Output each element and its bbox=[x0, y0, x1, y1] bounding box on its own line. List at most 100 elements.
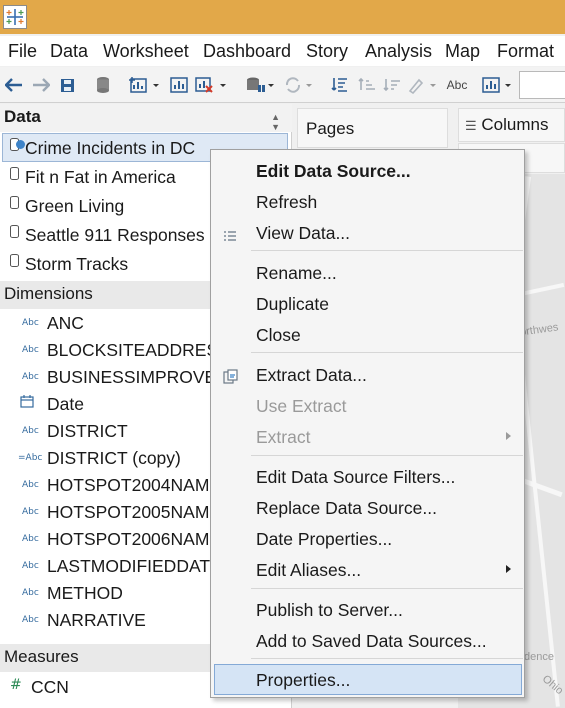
string-type-icon: Abc bbox=[22, 615, 39, 625]
menu-item-label: Extract bbox=[256, 427, 311, 447]
datasource-label: Green Living bbox=[25, 196, 125, 216]
label-icon[interactable]: Abc bbox=[444, 74, 470, 96]
back-icon[interactable] bbox=[4, 74, 24, 96]
menu-extract-submenu[interactable]: Extract bbox=[213, 421, 523, 452]
sort-descending-icon[interactable] bbox=[382, 74, 402, 96]
menu-add-to-saved-data-sources[interactable]: Add to Saved Data Sources... bbox=[213, 625, 523, 656]
field-label: DISTRICT bbox=[47, 421, 128, 441]
menu-analysis[interactable]: Analysis bbox=[365, 41, 432, 62]
clear-sheet-icon[interactable] bbox=[194, 74, 230, 96]
refresh-icon[interactable] bbox=[283, 74, 315, 96]
menu-item-label: Edit Data Source Filters... bbox=[256, 467, 456, 487]
columns-icon: ☰ bbox=[465, 118, 477, 133]
string-type-icon: Abc bbox=[22, 561, 39, 571]
menu-story[interactable]: Story bbox=[306, 41, 348, 62]
menu-extract-data[interactable]: Extract Data... bbox=[213, 359, 523, 390]
new-chart-icon[interactable] bbox=[168, 74, 190, 96]
menu-edit-aliases[interactable]: Edit Aliases... bbox=[213, 554, 523, 585]
paused-updates-icon[interactable] bbox=[245, 74, 277, 96]
field-label: BLOCKSITEADDRESS bbox=[47, 340, 230, 360]
menu-separator bbox=[251, 588, 523, 589]
data-pane-header: Data ▲ ▼ bbox=[0, 104, 292, 132]
highlight-icon[interactable] bbox=[406, 74, 440, 96]
string-type-icon: Abc bbox=[22, 480, 39, 490]
menu-edit-data-source-filters[interactable]: Edit Data Source Filters... bbox=[213, 461, 523, 492]
string-type-icon: Abc bbox=[22, 426, 39, 436]
menu-view-data[interactable]: View Data... bbox=[213, 217, 523, 248]
menu-item-label: Duplicate bbox=[256, 294, 329, 314]
tableau-logo-icon[interactable] bbox=[3, 5, 27, 29]
data-pane-title: Data bbox=[4, 107, 41, 126]
submenu-arrow-icon bbox=[506, 565, 511, 573]
show-me-icon[interactable] bbox=[481, 74, 515, 96]
number-type-icon: # bbox=[10, 677, 22, 693]
menu-worksheet[interactable]: Worksheet bbox=[103, 41, 189, 62]
menu-properties[interactable]: Properties... bbox=[214, 664, 522, 695]
measures-title: Measures bbox=[4, 647, 79, 666]
field-label: METHOD bbox=[47, 583, 123, 603]
datasource-cylinder-icon bbox=[10, 196, 19, 209]
map-label: orthwes bbox=[519, 321, 560, 339]
string-type-icon: Abc bbox=[22, 507, 39, 517]
menu-duplicate[interactable]: Duplicate bbox=[213, 288, 523, 319]
menu-dashboard[interactable]: Dashboard bbox=[203, 41, 291, 62]
field-label: CCN bbox=[31, 677, 69, 697]
datasource-cylinder-icon bbox=[10, 225, 19, 238]
menu-edit-data-source[interactable]: Edit Data Source... bbox=[213, 155, 523, 186]
map-label: Ohio bbox=[539, 672, 565, 698]
swap-icon[interactable] bbox=[330, 74, 350, 96]
menu-format[interactable]: Format bbox=[497, 41, 554, 62]
field-label: DISTRICT (copy) bbox=[47, 448, 181, 468]
field-label: ANC bbox=[47, 313, 84, 333]
datasource-label: Storm Tracks bbox=[25, 254, 129, 274]
menu-map[interactable]: Map bbox=[445, 41, 480, 62]
toolbar-search-input[interactable] bbox=[519, 71, 565, 99]
submenu-arrow-icon bbox=[506, 432, 511, 440]
menu-item-label: Date Properties... bbox=[256, 529, 393, 549]
extract-icon bbox=[223, 368, 238, 384]
field-label: BUSINESSIMPROVEM bbox=[47, 367, 231, 387]
datasource-icon[interactable] bbox=[93, 74, 113, 96]
menu-item-label: Use Extract bbox=[256, 396, 347, 416]
menu-close[interactable]: Close bbox=[213, 319, 523, 350]
new-worksheet-icon[interactable] bbox=[128, 74, 162, 96]
save-icon[interactable] bbox=[58, 74, 76, 96]
menu-separator bbox=[251, 250, 523, 251]
menu-date-properties[interactable]: Date Properties... bbox=[213, 523, 523, 554]
field-label: LASTMODIFIEDDATE bbox=[47, 556, 222, 576]
menu-replace-data-source[interactable]: Replace Data Source... bbox=[213, 492, 523, 523]
menu-separator bbox=[251, 658, 523, 659]
menu-file[interactable]: File bbox=[8, 41, 37, 62]
field-label: HOTSPOT2006NAME bbox=[47, 529, 222, 549]
menu-separator bbox=[251, 352, 523, 353]
pages-shelf[interactable]: Pages bbox=[297, 108, 448, 148]
map-label: dence bbox=[524, 651, 554, 663]
sort-arrows-icon[interactable]: ▲ ▼ bbox=[271, 112, 280, 132]
menu-rename[interactable]: Rename... bbox=[213, 257, 523, 288]
menu-publish-to-server[interactable]: Publish to Server... bbox=[213, 594, 523, 625]
string-type-icon: Abc bbox=[22, 372, 39, 382]
datasource-label: Seattle 911 Responses bbox=[25, 225, 205, 245]
pages-shelf-label: Pages bbox=[306, 119, 355, 138]
string-type-icon: Abc bbox=[22, 588, 39, 598]
menu-separator bbox=[251, 455, 523, 456]
sort-ascending-icon[interactable] bbox=[357, 74, 377, 96]
datasource-label: Crime Incidents in DC bbox=[25, 138, 196, 158]
columns-shelf[interactable]: ☰ Columns bbox=[458, 108, 565, 142]
menu-item-label: Rename... bbox=[256, 263, 337, 283]
title-bar bbox=[0, 0, 565, 34]
field-label: NARRATIVE bbox=[47, 610, 146, 630]
string-type-icon: Abc bbox=[22, 318, 39, 328]
menu-item-label: Publish to Server... bbox=[256, 600, 403, 620]
menu-refresh[interactable]: Refresh bbox=[213, 186, 523, 217]
menu-item-label: Replace Data Source... bbox=[256, 498, 437, 518]
menu-item-label: Refresh bbox=[256, 192, 318, 212]
menu-use-extract[interactable]: Use Extract bbox=[213, 390, 523, 421]
toolbar: Abc bbox=[0, 67, 565, 103]
columns-shelf-label: Columns bbox=[481, 115, 549, 134]
dimensions-title: Dimensions bbox=[4, 284, 93, 303]
forward-icon[interactable] bbox=[31, 74, 51, 96]
date-type-icon bbox=[20, 395, 34, 411]
menu-data[interactable]: Data bbox=[50, 41, 88, 62]
string-type-icon: Abc bbox=[22, 345, 39, 355]
